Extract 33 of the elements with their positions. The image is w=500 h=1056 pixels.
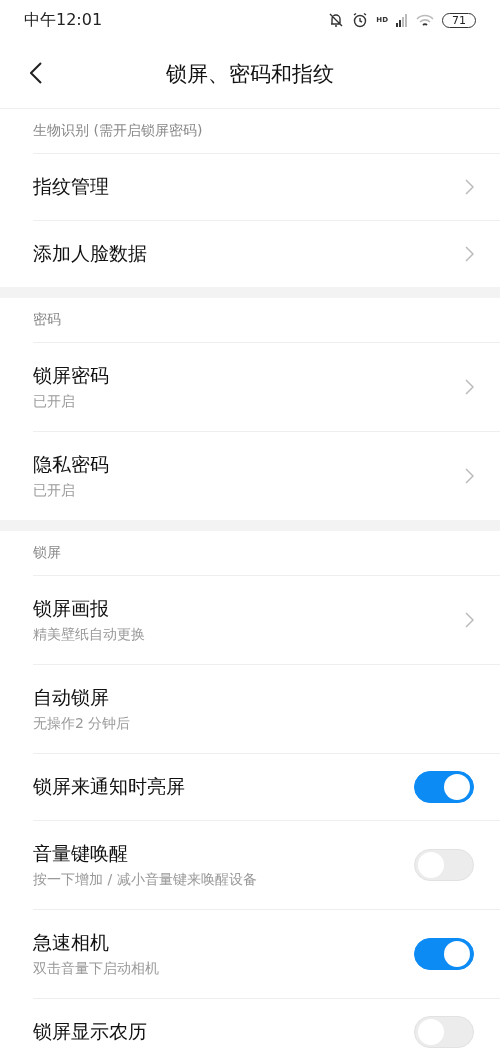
chevron-right-icon: [465, 612, 474, 628]
status-time: 中午12:01: [24, 9, 103, 31]
chevron-right-icon: [465, 379, 474, 395]
setting-label[interactable]: 隐私密码: [33, 452, 465, 478]
setting-subtitle: 按一下增加 / 减小音量键来唤醒设备: [33, 871, 258, 889]
back-icon[interactable]: [30, 62, 42, 84]
signal-icon: [396, 13, 408, 27]
setting-subtitle: 精美壁纸自动更换: [33, 626, 146, 644]
setting-label[interactable]: 锁屏密码: [33, 363, 465, 389]
setting-label: 音量键唤醒: [33, 841, 129, 866]
setting-label[interactable]: 指纹管理: [33, 174, 465, 200]
section-title: 生物识别 (需开启锁屏密码): [33, 122, 203, 140]
setting-label: 锁屏显示农历: [33, 1019, 148, 1044]
setting-label: 锁屏来通知时亮屏: [33, 774, 186, 799]
chevron-right-icon: [465, 468, 474, 484]
setting-label[interactable]: 锁屏画报: [33, 596, 465, 622]
setting-subtitle: 无操作2 分钟后: [33, 715, 132, 733]
setting-label[interactable]: 添加人脸数据: [33, 241, 465, 267]
setting-subtitle: 双击音量下启动相机: [33, 960, 160, 978]
setting-label: 急速相机: [33, 930, 110, 955]
setting-subtitle: 已开启: [33, 482, 76, 500]
page-title: 锁屏、密码和指纹: [166, 61, 334, 88]
setting-label[interactable]: 自动锁屏: [33, 685, 474, 711]
chevron-right-icon: [465, 246, 474, 262]
toggle-switch[interactable]: [414, 938, 474, 970]
setting-subtitle: 已开启: [33, 393, 76, 411]
wifi-icon: [416, 13, 434, 27]
toggle-switch[interactable]: [414, 771, 474, 803]
chevron-right-icon: [465, 179, 474, 195]
alarm-clock-icon: [352, 12, 369, 28]
section-title: 密码: [33, 311, 61, 329]
muted-bell-icon: [328, 12, 345, 28]
section-title: 锁屏: [33, 544, 61, 562]
